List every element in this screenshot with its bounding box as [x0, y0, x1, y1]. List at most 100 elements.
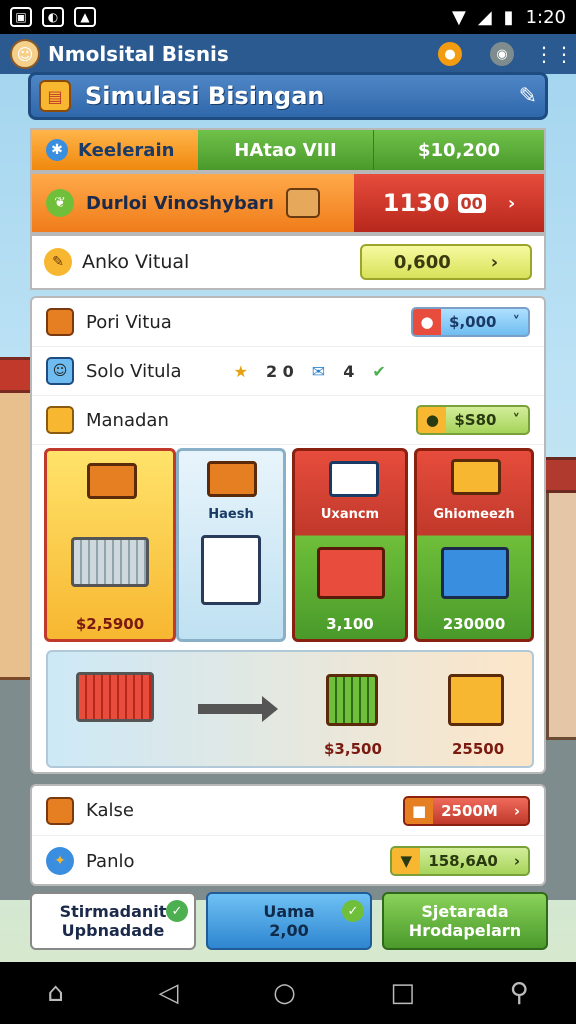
picture-frame-icon: [201, 535, 261, 605]
status-time: 1:20: [525, 6, 566, 28]
tile-price: 230000: [442, 615, 506, 633]
value-chip-text: $S80: [454, 411, 497, 429]
leaf-icon: ❦: [46, 189, 74, 217]
summary-value: $10,200: [374, 130, 544, 170]
list-item[interactable]: ☺ Solo Vitula ★ 2 0 ✉ 4 ✔: [32, 347, 544, 396]
shop-box-icon: [448, 674, 504, 726]
arrow-right-icon: [198, 696, 278, 722]
promo-label: Durloi Vinoshybarı: [86, 192, 274, 214]
virtual-value-pill[interactable]: 0,600 ›: [360, 244, 532, 280]
main-card: Pori Vitua ● $,000 ˅ ☺ Solo Vitula ★ 2 0…: [30, 296, 546, 774]
edit-icon[interactable]: ✎: [519, 84, 537, 109]
chevron-right-icon: ›: [513, 801, 520, 820]
chevron-down-icon: ˅: [512, 411, 521, 429]
coin-icon[interactable]: ●: [438, 42, 462, 66]
summary-row: ✱ Keelerain HAtao VIII $10,200: [30, 128, 546, 172]
coin-bag-icon: ●: [413, 309, 442, 335]
virtual-label: Anko Vitual: [82, 251, 190, 273]
crate-icon: [46, 308, 74, 336]
back-icon[interactable]: ◁: [158, 978, 178, 1008]
value-chip[interactable]: ● $S80 ˅: [416, 405, 530, 435]
app-bar: ☺ Nmolsital Bisnis ● ◉ ⋮⋮: [0, 34, 576, 74]
flow-price-right: 25500: [452, 740, 505, 758]
product-tiles: $2,5900 Haesh Uxancm 3,100 Ghiomeezh 230…: [44, 448, 534, 642]
store-icon: [441, 547, 509, 599]
shop-box-icon: [451, 459, 501, 495]
mail-icon: ✉: [311, 361, 326, 381]
list-item[interactable]: ✦ Panlo ▼ 158,6A0 ›: [32, 836, 544, 886]
product-tile-cart[interactable]: $2,5900: [44, 448, 176, 642]
home-icon[interactable]: ⌂: [47, 978, 64, 1008]
summary-mid: HAtao VIII: [198, 130, 374, 170]
value-chip-text: 2500M: [441, 801, 498, 820]
crate-icon: [317, 547, 385, 599]
basket-icon: [329, 461, 379, 497]
list-item-label: Solo Vitula: [86, 360, 182, 382]
crate-icon: [46, 796, 74, 825]
star-badge-icon: ✦: [46, 847, 74, 875]
stat-value: 4: [343, 361, 355, 381]
list-item[interactable]: Kalse ■ 2500M ›: [32, 786, 544, 836]
tag-icon: ✎: [44, 248, 72, 276]
list-item[interactable]: Manadan ● $S80 ˅: [32, 396, 544, 445]
status-bar: ▣ ◐ ▲ ▼ ◢ ▮ 1:20: [0, 0, 576, 34]
box-icon: [207, 461, 257, 497]
tile-price: 3,100: [326, 615, 374, 633]
check-icon: ✓: [166, 900, 188, 922]
product-tile-ghiomeezh[interactable]: Ghiomeezh 230000: [414, 448, 534, 642]
app-title: Nmolsital Bisnis: [48, 42, 229, 66]
cell-icon: ◢: [477, 6, 492, 28]
button-label: Stirmadanit: [59, 902, 167, 921]
summary-label-cell[interactable]: ✱ Keelerain: [32, 130, 198, 170]
circle-home-icon[interactable]: ○: [273, 978, 296, 1008]
search-icon[interactable]: ⚲: [510, 978, 529, 1008]
sjetarada-button[interactable]: Sjetarada Hrodapelarn: [382, 892, 548, 950]
value-chip[interactable]: ▼ 158,6A0 ›: [390, 846, 530, 876]
tile-price: $2,5900: [75, 615, 145, 633]
list-item-label: Panlo: [86, 850, 135, 872]
box-icon: [285, 188, 320, 218]
button-label: Sjetarada: [421, 902, 509, 921]
record-icon[interactable]: ◉: [490, 42, 514, 66]
shopping-cart-icon: [71, 537, 149, 587]
basket-icon: [87, 463, 137, 499]
promo-row[interactable]: ❦ Durloi Vinoshybarı 1130 00 ›: [30, 172, 546, 234]
coin-icon: ●: [418, 407, 447, 433]
value-chip-text: $,000: [449, 313, 497, 331]
value-chip[interactable]: ■ 2500M ›: [403, 795, 530, 826]
more-menu-icon[interactable]: ⋮⋮: [534, 42, 574, 66]
page-header: ▤ Simulasi Bisingan ✎: [28, 72, 548, 120]
button-label: 2,00: [269, 921, 309, 940]
button-label: Hrodapelarn: [408, 921, 522, 940]
check-circle-icon: ✔: [372, 361, 386, 381]
summary-label: Keelerain: [78, 139, 175, 161]
promo-badge: 00: [457, 193, 486, 213]
uama-button[interactable]: Uama 2,00 ✓: [206, 892, 372, 950]
submit-update-button[interactable]: Stirmadanit Upbnadade ✓: [30, 892, 196, 950]
tile-label: Haesh: [208, 507, 254, 522]
list-item-label: Manadan: [86, 409, 169, 431]
recents-icon[interactable]: □: [390, 978, 415, 1008]
chevron-right-icon: ›: [490, 251, 499, 273]
calculator-icon: ▤: [39, 80, 71, 112]
virtual-row[interactable]: ✎ Anko Vitual 0,600 ›: [30, 234, 546, 290]
chevron-down-icon: ˅: [512, 313, 521, 331]
value-chip[interactable]: ● $,000 ˅: [411, 307, 530, 337]
product-tile-uxancm[interactable]: Uxancm 3,100: [292, 448, 408, 642]
photo-icon: ▲: [74, 7, 96, 27]
check-icon: ✓: [342, 900, 364, 922]
product-tile-haesh[interactable]: Haesh: [176, 448, 286, 642]
chevron-right-icon: ›: [507, 192, 516, 214]
bag-icon: [46, 406, 74, 434]
list-item[interactable]: Pori Vitua ● $,000 ˅: [32, 298, 544, 347]
cup-icon: ▼: [392, 848, 421, 874]
value-chip-text: 158,6A0: [428, 852, 498, 870]
signal-icon: ▼: [451, 6, 466, 28]
star-icon: ★: [233, 361, 248, 381]
shopping-cart-icon: [76, 672, 154, 722]
chat-icon: ◐: [42, 7, 64, 27]
globe-icon: ✱: [46, 139, 68, 161]
avatar[interactable]: ☺: [10, 39, 40, 69]
crate-icon: ■: [405, 797, 434, 824]
flow-price-left: $3,500: [324, 740, 382, 758]
